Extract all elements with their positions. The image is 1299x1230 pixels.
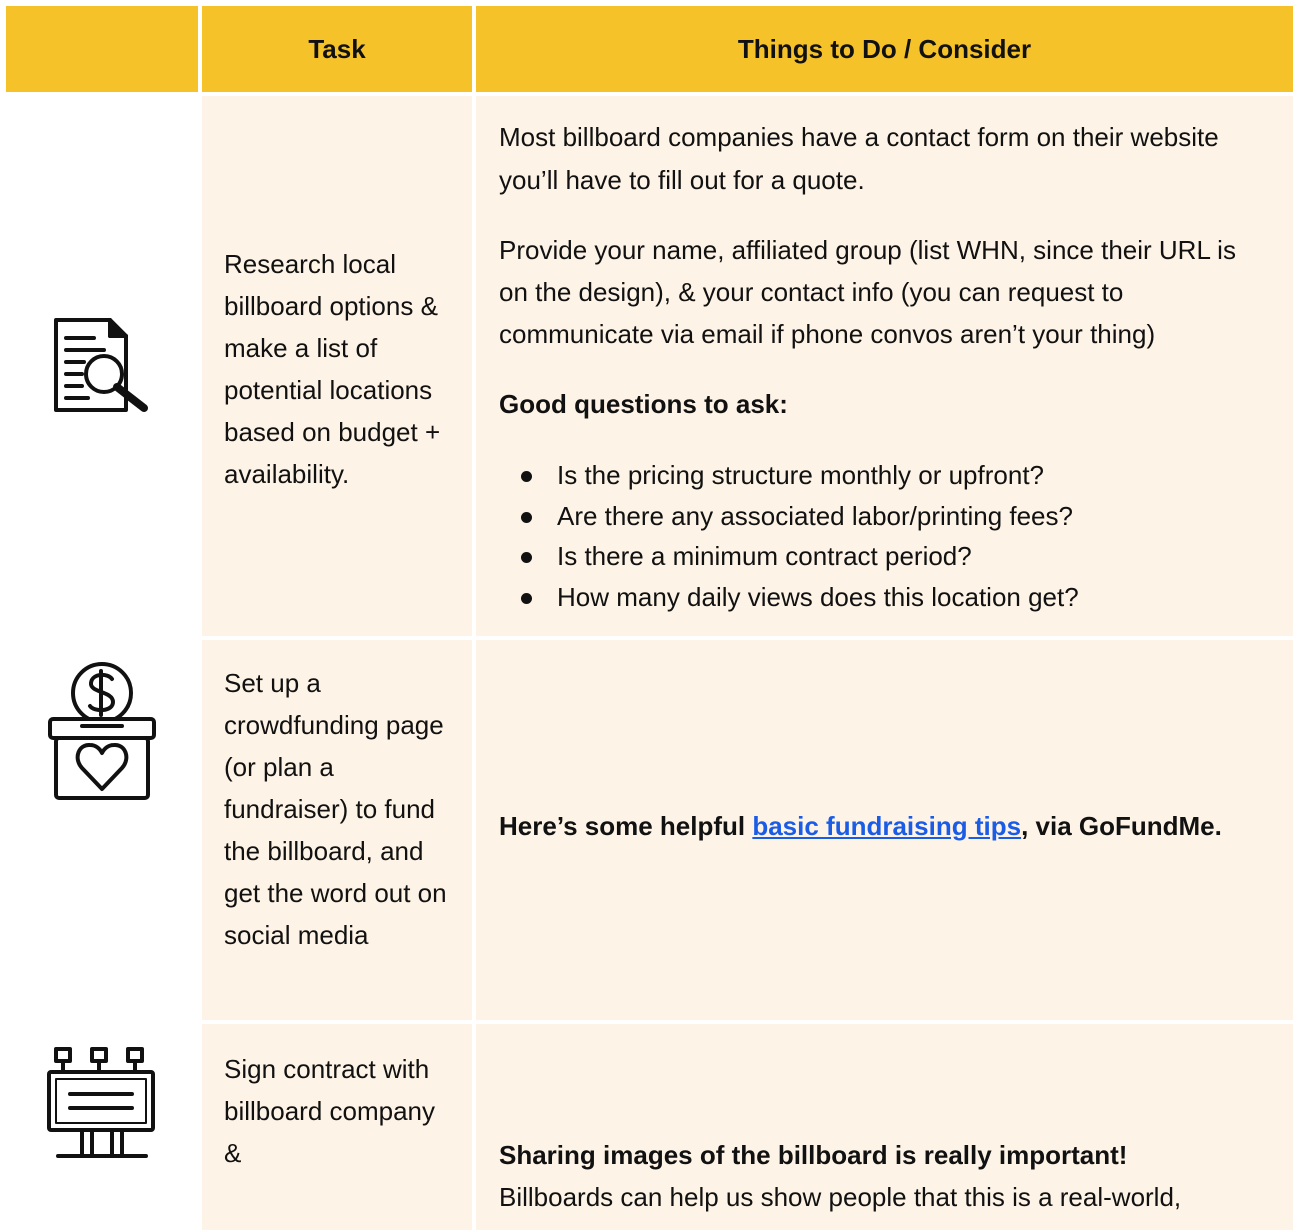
row1-questions-heading: Good questions to ask: bbox=[499, 389, 788, 419]
row1-questions-list: Is the pricing structure monthly or upfr… bbox=[499, 455, 1269, 617]
document-search-icon bbox=[52, 316, 152, 416]
list-item: Is there a minimum contract period? bbox=[499, 536, 1269, 577]
row1-task-text: Research local billboard options & make … bbox=[224, 249, 441, 489]
row3-text-line: Billboards can help us show people that … bbox=[499, 1182, 1182, 1212]
row3-task-cell: Sign contract with billboard company & bbox=[202, 1024, 472, 1230]
row1-paragraph-quote: Most billboard companies have a contact … bbox=[499, 122, 1219, 195]
donation-box-icon bbox=[46, 660, 158, 802]
list-item: How many daily views does this location … bbox=[499, 577, 1269, 618]
row3-bold-line: Sharing images of the billboard is reall… bbox=[499, 1140, 1128, 1170]
row2-task-text: Set up a crowdfunding page (or plan a fu… bbox=[224, 668, 447, 950]
row3-icon-cell bbox=[6, 1024, 198, 1230]
row3-task-text: Sign contract with billboard company & bbox=[224, 1054, 436, 1168]
header-things-to-do: Things to Do / Consider bbox=[476, 6, 1293, 92]
row1-things-cell: Most billboard companies have a contact … bbox=[476, 96, 1293, 636]
row2-fundraising-tip: Here’s some helpful basic fundraising ti… bbox=[476, 805, 1246, 848]
list-item: Are there any associated labor/printing … bbox=[499, 496, 1269, 537]
header-task: Task bbox=[202, 6, 472, 92]
row1-paragraph-provide-info: Provide your name, affiliated group (lis… bbox=[499, 235, 1236, 349]
row3-things-cell: Sharing images of the billboard is reall… bbox=[476, 1024, 1293, 1230]
row2-icon-cell bbox=[6, 640, 198, 1020]
tip-suffix: , via GoFundMe. bbox=[1021, 810, 1222, 841]
header-icon-column bbox=[6, 6, 198, 92]
tip-prefix: Here’s some helpful bbox=[499, 810, 753, 841]
list-item: Is the pricing structure monthly or upfr… bbox=[499, 455, 1269, 496]
row2-things-cell: Here’s some helpful basic fundraising ti… bbox=[476, 640, 1293, 1020]
row2-task-cell: Set up a crowdfunding page (or plan a fu… bbox=[202, 640, 472, 1020]
row1-icon-cell bbox=[6, 96, 198, 636]
fundraising-tips-link[interactable]: basic fundraising tips bbox=[752, 811, 1021, 841]
billboard-icon bbox=[46, 1046, 158, 1160]
row1-task-cell: Research local billboard options & make … bbox=[202, 96, 472, 636]
